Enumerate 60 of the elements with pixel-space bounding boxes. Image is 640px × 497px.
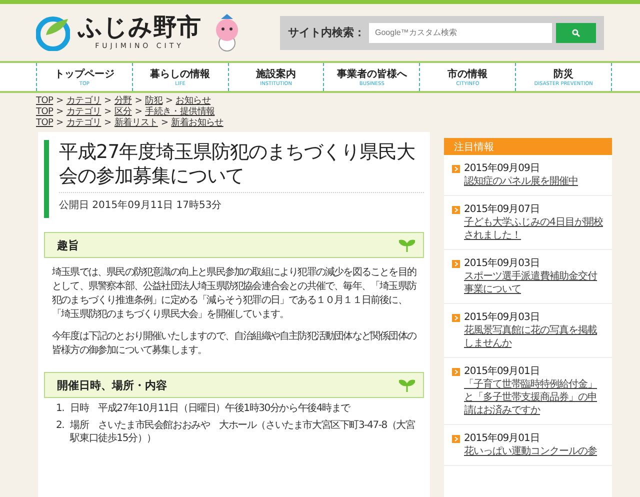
list-number: 1. (56, 402, 64, 415)
arrow-icon (452, 368, 460, 376)
arrow-icon (452, 434, 460, 442)
sidebar-header: 注目情報 (444, 138, 612, 155)
breadcrumb-link[interactable]: 防犯 (145, 96, 162, 107)
breadcrumb-separator: > (56, 118, 64, 129)
publish-date: 公開日 2015年09月11日 17時53分 (59, 198, 223, 212)
section-title: 趣旨 (57, 238, 79, 252)
news-date: 2015年09月01日 (464, 432, 540, 445)
breadcrumb-link[interactable]: TOP (36, 107, 54, 118)
breadcrumb-link[interactable]: 新着リスト (114, 118, 158, 129)
list-text: 場所 さいたま市民会館おおみや 大ホール（さいたま市大宮区下町3-47-8（大宮駅東口徒歩15分）） (70, 419, 416, 445)
news-link[interactable]: スポーツ選手派遣費補助金交付事業について (464, 270, 606, 296)
logo-text: ふじみ野市 (78, 15, 201, 39)
paragraph: 埼玉県では、県民の防犯意識の向上と県民参加の取組により犯罪の減少を図ることを目的として、県警察本部、公益社団法人埼玉県防犯協会連合会との共催で、毎年、「埼玉県防犯のまちづくり推進条例」に定める「減らそう犯罪の日」である１０月１１日前後に、「埼玉県防犯のまちづくり県民大会」を開催しています。 (52, 266, 418, 322)
search-button[interactable] (556, 22, 596, 42)
breadcrumb-link[interactable]: 区分 (114, 107, 132, 118)
news-link[interactable]: 子ども大学ふじみの4日目が開校されました！ (464, 216, 606, 242)
breadcrumb-separator: > (56, 107, 64, 118)
breadcrumb-separator: > (104, 107, 112, 118)
breadcrumb-separator: > (160, 118, 168, 129)
news-link[interactable]: 認知症のパネル展を開催中 (464, 175, 606, 188)
news-date: 2015年09月03日 (464, 257, 540, 270)
paragraph: 今年度は下記のとおり開催いたしますので、自治組織や自主防犯活動団体など関係団体の皆様方の御参加について募集します。 (52, 330, 418, 358)
breadcrumb-separator: > (134, 96, 142, 107)
breadcrumb-separator: > (104, 118, 112, 129)
breadcrumb-link[interactable]: 分野 (114, 96, 132, 107)
breadcrumb-separator: > (104, 96, 112, 107)
arrow-icon (452, 206, 460, 214)
search-field[interactable]: Google™カスタム検索 (369, 22, 552, 42)
news-date: 2015年09月01日 (464, 365, 540, 378)
breadcrumb-link[interactable]: お知らせ (176, 96, 211, 107)
news-link[interactable]: 花いっぱい運動コンクールの参 (464, 445, 606, 458)
breadcrumb-separator: > (56, 96, 64, 107)
breadcrumb-link[interactable]: 手続き・提供情報 (145, 107, 215, 118)
section-title: 開催日時、場所・内容 (57, 378, 167, 392)
breadcrumb-link[interactable]: TOP (36, 96, 54, 107)
breadcrumb-link[interactable]: 新着お知らせ (171, 118, 224, 129)
breadcrumb-link[interactable]: カテゴリ (66, 118, 102, 129)
breadcrumb-link[interactable]: TOP (36, 118, 54, 129)
breadcrumb-separator: > (165, 96, 173, 107)
news-link[interactable]: 花風景写真館に花の写真を掲載しませんか (464, 324, 606, 350)
search-label: サイト内検索： (288, 25, 365, 40)
breadcrumb-separator: > (134, 107, 142, 118)
sprout-icon (399, 378, 415, 392)
list-text: 日時 平成27年10月11日（日曜日）午後1時30分から午後4時まで (70, 402, 350, 415)
breadcrumb-link[interactable]: カテゴリ (66, 107, 102, 118)
news-date: 2015年09月03日 (464, 311, 540, 324)
list-number: 2. (56, 419, 64, 433)
search-icon (572, 28, 580, 36)
arrow-icon (452, 164, 460, 172)
logo-icon (36, 14, 70, 50)
sprout-icon (399, 238, 415, 252)
arrow-icon (452, 314, 460, 322)
arrow-icon (452, 260, 460, 268)
article-title: 平成27年度埼玉県防犯のまちづくり県民大会の参加募集について (59, 140, 424, 193)
news-date: 2015年09月09日 (464, 162, 540, 175)
breadcrumb-link[interactable]: カテゴリ (66, 96, 102, 107)
news-date: 2015年09月07日 (464, 203, 540, 216)
news-link[interactable]: 「子育て世帯臨時特例給付金」と「多子世帯支援商品券」の申請はお済みですか (464, 378, 606, 417)
